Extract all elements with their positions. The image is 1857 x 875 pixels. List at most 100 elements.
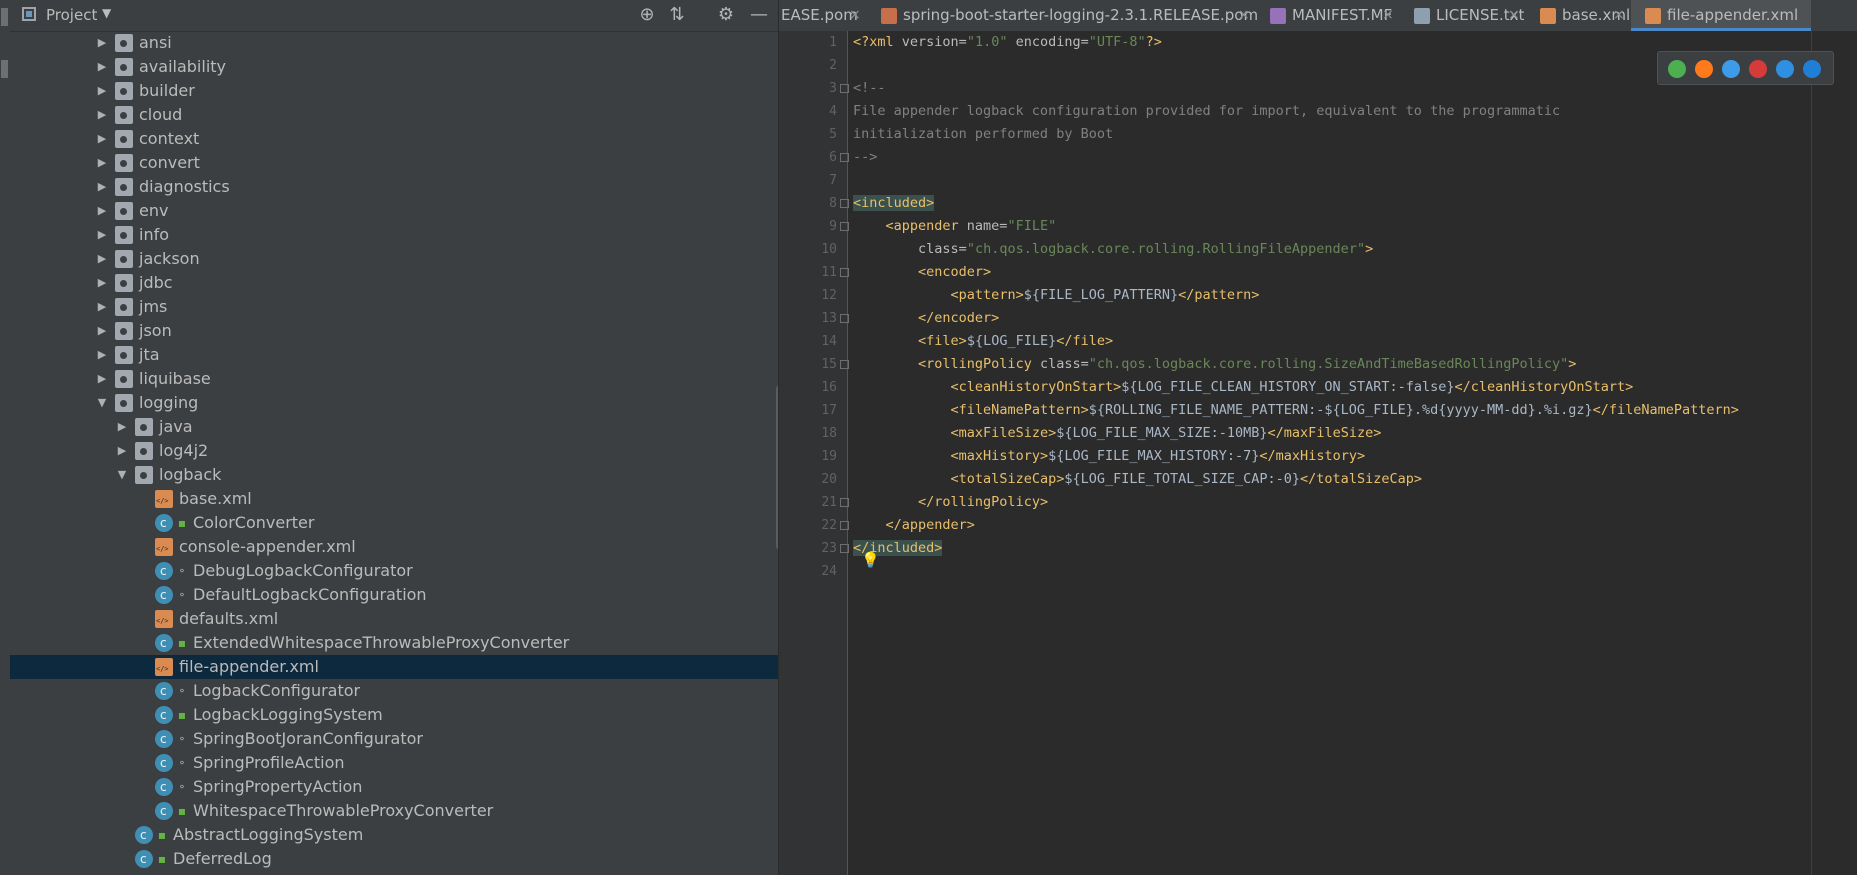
code-token: <appender xyxy=(885,218,967,234)
collapse-arrow-icon[interactable]: ▶ xyxy=(95,127,109,151)
code-editor[interactable]: 1 2 3 4 5 6 7 8 9 10 11 12 13 14 15 16 17 18 19 20 21 22 23 24 … xyxy=(779,31,1857,875)
collapse-arrow-icon[interactable]: ▶ xyxy=(115,415,129,439)
tree-item[interactable]: file-appender.xml xyxy=(10,655,778,679)
tree-item[interactable]: console-appender.xml xyxy=(10,535,778,559)
chevron-down-icon[interactable]: ▼ xyxy=(102,6,111,20)
expand-arrow-icon[interactable]: ▼ xyxy=(115,463,129,487)
code-token: ${LOG_FILE_TOTAL_SIZE_CAP:-0} xyxy=(1064,471,1301,487)
fold-marker-icon[interactable] xyxy=(840,222,849,231)
close-icon[interactable]: × xyxy=(1613,0,1625,31)
tree-item[interactable]: ▶ diagnostics xyxy=(10,175,778,199)
tree-item[interactable]: defaults.xml xyxy=(10,607,778,631)
collapse-arrow-icon[interactable]: ▶ xyxy=(95,247,109,271)
fold-marker-icon[interactable] xyxy=(840,521,849,530)
collapse-all-icon[interactable]: ⇅ xyxy=(666,4,688,26)
tree-item[interactable]: ▶ availability xyxy=(10,55,778,79)
collapse-arrow-icon[interactable]: ▶ xyxy=(95,367,109,391)
expand-arrow-icon[interactable]: ▼ xyxy=(95,391,109,415)
firefox-icon[interactable] xyxy=(1695,60,1713,78)
tree-item[interactable]: ▶ jms xyxy=(10,295,778,319)
editor-tab[interactable]: LICENSE.txt × xyxy=(1400,0,1526,31)
collapse-arrow-icon[interactable]: ▶ xyxy=(95,151,109,175)
class-icon xyxy=(155,751,173,775)
collapse-arrow-icon[interactable]: ▶ xyxy=(95,55,109,79)
collapse-arrow-icon[interactable]: ▶ xyxy=(95,199,109,223)
lightbulb-icon[interactable]: 💡 xyxy=(861,551,880,569)
collapse-arrow-icon[interactable]: ▶ xyxy=(95,103,109,127)
fold-marker-icon[interactable] xyxy=(840,153,849,162)
opera-icon[interactable] xyxy=(1749,60,1767,78)
tree-item[interactable]: ▪ LogbackLoggingSystem xyxy=(10,703,778,727)
tree-item[interactable]: ∘ SpringBootJoranConfigurator xyxy=(10,727,778,751)
fold-marker-icon[interactable] xyxy=(840,84,849,93)
fold-marker-icon[interactable] xyxy=(840,314,849,323)
close-icon[interactable]: × xyxy=(1382,0,1394,31)
internet-explorer-icon[interactable] xyxy=(1776,60,1794,78)
tree-item[interactable]: ▶ jdbc xyxy=(10,271,778,295)
fold-marker-icon[interactable] xyxy=(840,498,849,507)
tree-item[interactable]: ▪ WhitespaceThrowableProxyConverter xyxy=(10,799,778,823)
gear-icon[interactable]: ⚙ xyxy=(715,4,737,26)
editor-tab[interactable]: spring-boot-starter-logging-2.3.1.RELEAS… xyxy=(867,0,1258,31)
collapse-arrow-icon[interactable]: ▶ xyxy=(95,271,109,295)
tree-item[interactable]: ∘ DebugLogbackConfigurator xyxy=(10,559,778,583)
editor-tab[interactable]: base.xml × xyxy=(1526,0,1631,31)
tree-item[interactable]: ▼ logback xyxy=(10,463,778,487)
tree-item[interactable]: ▶ env xyxy=(10,199,778,223)
code-token: "1.0" xyxy=(966,34,1008,50)
tree-item[interactable]: ▶ jackson xyxy=(10,247,778,271)
close-icon[interactable]: × xyxy=(849,0,861,31)
tree-item[interactable]: ▶ builder xyxy=(10,79,778,103)
tree-item[interactable]: ▶ cloud xyxy=(10,103,778,127)
tree-item[interactable]: ▶ context xyxy=(10,127,778,151)
editor-tab[interactable]: EASE.pom × xyxy=(779,0,867,31)
tree-item[interactable]: ∘ SpringPropertyAction xyxy=(10,775,778,799)
structure-tool-button[interactable] xyxy=(1,60,8,78)
safari-icon[interactable] xyxy=(1722,60,1740,78)
project-tool-button[interactable] xyxy=(1,8,8,26)
collapse-arrow-icon[interactable]: ▶ xyxy=(95,295,109,319)
tree-item[interactable]: ▼ logging xyxy=(10,391,778,415)
chrome-icon[interactable] xyxy=(1668,60,1686,78)
tree-item[interactable]: ▪ DeferredLog xyxy=(10,847,778,871)
tree-item[interactable]: ∘ SpringProfileAction xyxy=(10,751,778,775)
tree-item[interactable]: ▪ ExtendedWhitespaceThrowableProxyConvert… xyxy=(10,631,778,655)
package-private-icon: ∘ xyxy=(178,732,186,745)
collapse-arrow-icon[interactable]: ▶ xyxy=(95,343,109,367)
class-icon xyxy=(155,559,173,583)
code-line: <included> xyxy=(853,192,935,215)
tree-item[interactable]: ▶ info xyxy=(10,223,778,247)
tree-item[interactable]: ▶ log4j2 xyxy=(10,439,778,463)
code-token: ?> xyxy=(1145,34,1162,50)
tree-item[interactable]: ▶ java xyxy=(10,415,778,439)
collapse-arrow-icon[interactable]: ▶ xyxy=(95,175,109,199)
tree-item[interactable]: ∘ LogbackConfigurator xyxy=(10,679,778,703)
tree-item[interactable]: ▶ liquibase xyxy=(10,367,778,391)
collapse-arrow-icon[interactable]: ▶ xyxy=(95,223,109,247)
fold-marker-icon[interactable] xyxy=(840,268,849,277)
close-icon[interactable]: × xyxy=(1238,0,1250,31)
tree-item[interactable]: ▶ convert xyxy=(10,151,778,175)
tree-item[interactable]: ▪ ColorConverter xyxy=(10,511,778,535)
tree-item[interactable]: base.xml xyxy=(10,487,778,511)
collapse-arrow-icon[interactable]: ▶ xyxy=(95,319,109,343)
editor-tab[interactable]: MANIFEST.MF × xyxy=(1256,0,1400,31)
tree-item[interactable]: ∘ DefaultLogbackConfiguration xyxy=(10,583,778,607)
tree-item[interactable]: ▶ ansi xyxy=(10,31,778,55)
collapse-arrow-icon[interactable]: ▶ xyxy=(95,31,109,55)
fold-marker-icon[interactable] xyxy=(840,544,849,553)
locate-icon[interactable]: ⊕ xyxy=(636,4,658,26)
collapse-arrow-icon[interactable]: ▶ xyxy=(95,79,109,103)
edge-icon[interactable] xyxy=(1803,60,1821,78)
fold-marker-icon[interactable] xyxy=(840,360,849,369)
tree-scrollbar[interactable] xyxy=(776,385,778,550)
tree-item[interactable]: ▶ json xyxy=(10,319,778,343)
tree-item[interactable]: ▶ jta xyxy=(10,343,778,367)
tree-item[interactable]: ▪ AbstractLoggingSystem xyxy=(10,823,778,847)
collapse-arrow-icon[interactable]: ▶ xyxy=(115,439,129,463)
line-number: 3 xyxy=(829,81,837,96)
minimize-icon[interactable]: — xyxy=(748,4,770,26)
editor-tab[interactable]: file-appender.xml xyxy=(1631,0,1811,31)
fold-marker-icon[interactable] xyxy=(840,199,849,208)
close-icon[interactable]: × xyxy=(1508,0,1520,31)
